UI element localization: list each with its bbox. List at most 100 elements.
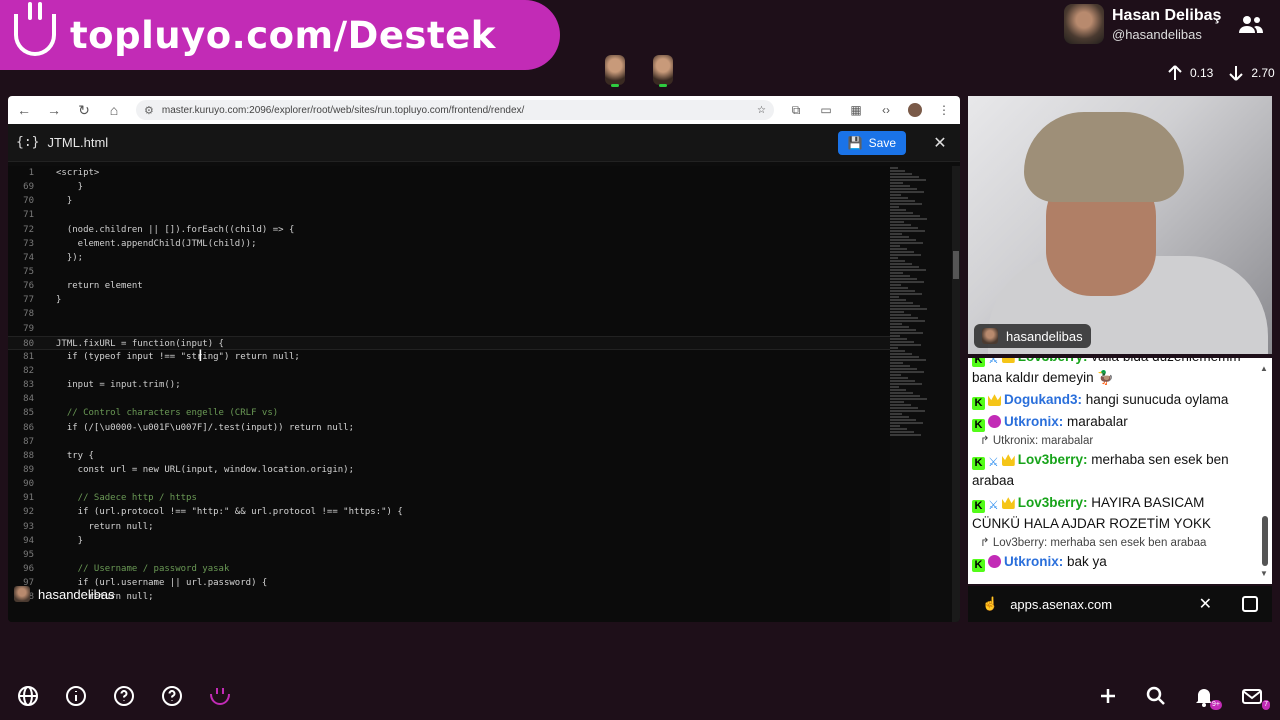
kick-badge-icon: K xyxy=(972,559,985,572)
apps-grid-icon[interactable]: ▦ xyxy=(848,102,864,118)
code-line[interactable]: 83 input = input.trim(); xyxy=(8,378,890,392)
code-line[interactable]: 94 } xyxy=(8,534,890,548)
mail-icon[interactable]: 7 xyxy=(1240,684,1270,710)
code-line[interactable]: 70 } xyxy=(8,194,890,208)
scroll-down-icon[interactable]: ▼ xyxy=(1260,569,1268,578)
viewer-avatar[interactable] xyxy=(605,55,625,87)
minimap-row xyxy=(890,332,923,334)
line-number: 89 xyxy=(23,464,34,475)
close-icon[interactable]: ✕ xyxy=(928,133,952,153)
code-line[interactable]: 1 <script> xyxy=(8,166,890,180)
forward-icon[interactable]: → xyxy=(46,102,62,118)
minimap-row xyxy=(890,335,900,337)
code-line[interactable]: 73 element.appendChild(JTML(child)); xyxy=(8,237,890,251)
home-icon[interactable]: ⌂ xyxy=(106,102,122,118)
chat-username[interactable]: Dogukand3: xyxy=(1004,392,1082,407)
code-text: if (/[\u0000-\u001F\u007F]/.test(input))… xyxy=(56,422,355,433)
reload-icon[interactable]: ↻ xyxy=(76,102,92,118)
code-line[interactable]: 86 if (/[\u0000-\u001F\u007F]/.test(inpu… xyxy=(8,421,890,435)
code-line[interactable]: 79 xyxy=(8,322,890,336)
code-line[interactable]: 69 } xyxy=(8,180,890,194)
bookmark-star-icon[interactable]: ☆ xyxy=(757,105,766,116)
chat-reply-preview[interactable]: ↱ Utkronix: marabalar xyxy=(972,433,1256,449)
chat-username[interactable]: Lov3berry: xyxy=(1018,495,1088,510)
chat-username[interactable]: Utkronix: xyxy=(1004,554,1063,569)
chat-message[interactable]: K ⚔ Lov3berry: merhaba sen esek ben arabaa xyxy=(972,449,1256,491)
chat-username[interactable]: Utkronix: xyxy=(1004,414,1063,429)
chat-text: marabalar xyxy=(1063,414,1128,429)
chat-scrollbar[interactable]: ▲ ▼ xyxy=(1260,364,1270,578)
code-line[interactable]: 76 return element xyxy=(8,279,890,293)
code-line[interactable]: 98 return null; xyxy=(8,590,890,604)
browser-profile-avatar[interactable] xyxy=(908,103,922,117)
help-icon[interactable] xyxy=(160,684,184,708)
minimap-row xyxy=(890,371,924,373)
code-line[interactable]: 81 if (typeof input !== "string") return… xyxy=(8,350,890,364)
viewer-avatar[interactable] xyxy=(653,55,673,87)
chat-scroll-thumb[interactable] xyxy=(1262,516,1268,566)
topluyo-logo-icon[interactable] xyxy=(208,684,232,708)
info-icon[interactable] xyxy=(64,684,88,708)
line-number: 72 xyxy=(23,224,34,235)
code-line[interactable]: 85 // Control characters engelle (CRLF v… xyxy=(8,406,890,420)
site-info-icon[interactable]: ⚙ xyxy=(144,104,154,117)
code-line[interactable]: 96 // Username / password yasak xyxy=(8,562,890,576)
code-line[interactable]: 74 }); xyxy=(8,251,890,265)
code-line[interactable]: 91 // Sadece http / https xyxy=(8,491,890,505)
users-icon[interactable] xyxy=(1238,14,1264,34)
code-line[interactable]: 80 JTML.fixURL = function(input) { xyxy=(8,335,890,350)
profile-card[interactable]: Hasan Delibaş @hasandelibas xyxy=(1064,4,1221,44)
code-line[interactable]: 93 return null; xyxy=(8,520,890,534)
code-line[interactable]: 95 xyxy=(8,548,890,562)
globe-icon[interactable] xyxy=(16,684,40,708)
minimap-row xyxy=(890,179,926,181)
code-line[interactable]: 92 if (url.protocol !== "http:" && url.p… xyxy=(8,505,890,519)
code-line[interactable]: 72 (node.children || []).forEach((child)… xyxy=(8,223,890,237)
code-line[interactable]: 77} xyxy=(8,293,890,307)
close-icon[interactable]: ✕ xyxy=(1199,594,1212,614)
code-line[interactable]: 90 xyxy=(8,477,890,491)
sidebar-icon[interactable]: ▭ xyxy=(818,102,834,118)
menu-kebab-icon[interactable]: ⋮ xyxy=(936,102,952,118)
chat-message[interactable]: K⚔Lov3berry: valla bida düzenlememm bana… xyxy=(972,358,1256,388)
back-icon[interactable]: ← xyxy=(16,102,32,118)
help-icon[interactable] xyxy=(112,684,136,708)
address-bar[interactable]: ⚙ master.kuruyo.com:2096/explorer/root/w… xyxy=(136,100,774,120)
code-line[interactable]: 71 xyxy=(8,208,890,222)
save-button[interactable]: 💾 Save xyxy=(837,130,906,155)
chat-username[interactable]: Lov3berry: xyxy=(1018,358,1088,364)
minimap-row xyxy=(890,239,916,241)
code-line[interactable]: 87 xyxy=(8,435,890,449)
devtools-icon[interactable]: ‹› xyxy=(878,102,894,118)
scroll-up-icon[interactable]: ▲ xyxy=(1260,364,1268,373)
search-icon[interactable] xyxy=(1144,684,1168,708)
plus-icon[interactable] xyxy=(1096,684,1120,708)
app-url[interactable]: apps.asenax.com xyxy=(1010,597,1112,612)
chat-message[interactable]: K ⚔ Lov3berry: HAYIRA BASICAM CÜNKÜ HALA A… xyxy=(972,492,1256,534)
extensions-icon[interactable]: ⧉ xyxy=(788,102,804,118)
code-line[interactable]: 84 xyxy=(8,392,890,406)
chat-message[interactable]: K Utkronix: bak ya xyxy=(972,551,1256,572)
chat-reply-preview[interactable]: ↱ Lov3berry: merhaba sen esek ben arabaa xyxy=(972,535,1256,551)
code-line[interactable]: 82 xyxy=(8,364,890,378)
bell-icon[interactable]: 9+ xyxy=(1192,684,1222,710)
chat-message[interactable]: K Utkronix: marabalar xyxy=(972,411,1256,432)
minimap-row xyxy=(890,419,916,421)
editor-scroll-thumb[interactable] xyxy=(953,251,959,279)
code-minimap[interactable] xyxy=(890,166,952,506)
code-line[interactable]: 89 const url = new URL(input, window.loc… xyxy=(8,463,890,477)
crown-badge-icon xyxy=(1001,358,1015,363)
code-line[interactable]: 97 if (url.username || url.password) { xyxy=(8,576,890,590)
chat-message[interactable]: K Dogukand3: hangi sunucuda oylama xyxy=(972,389,1256,410)
code-line[interactable]: 88 try { xyxy=(8,449,890,463)
editor-scrollbar[interactable] xyxy=(952,166,960,622)
chat-username[interactable]: Lov3berry: xyxy=(1018,452,1088,467)
code-line[interactable]: 75 xyxy=(8,265,890,279)
address-url: master.kuruyo.com:2096/explorer/root/web… xyxy=(161,104,525,116)
fullscreen-icon[interactable] xyxy=(1242,596,1258,612)
code-line[interactable]: 78 xyxy=(8,307,890,321)
code-editor[interactable]: 1 <script> 69 } 70 } 71 72 (node.children || … xyxy=(8,166,890,622)
line-number: 87 xyxy=(23,436,34,447)
